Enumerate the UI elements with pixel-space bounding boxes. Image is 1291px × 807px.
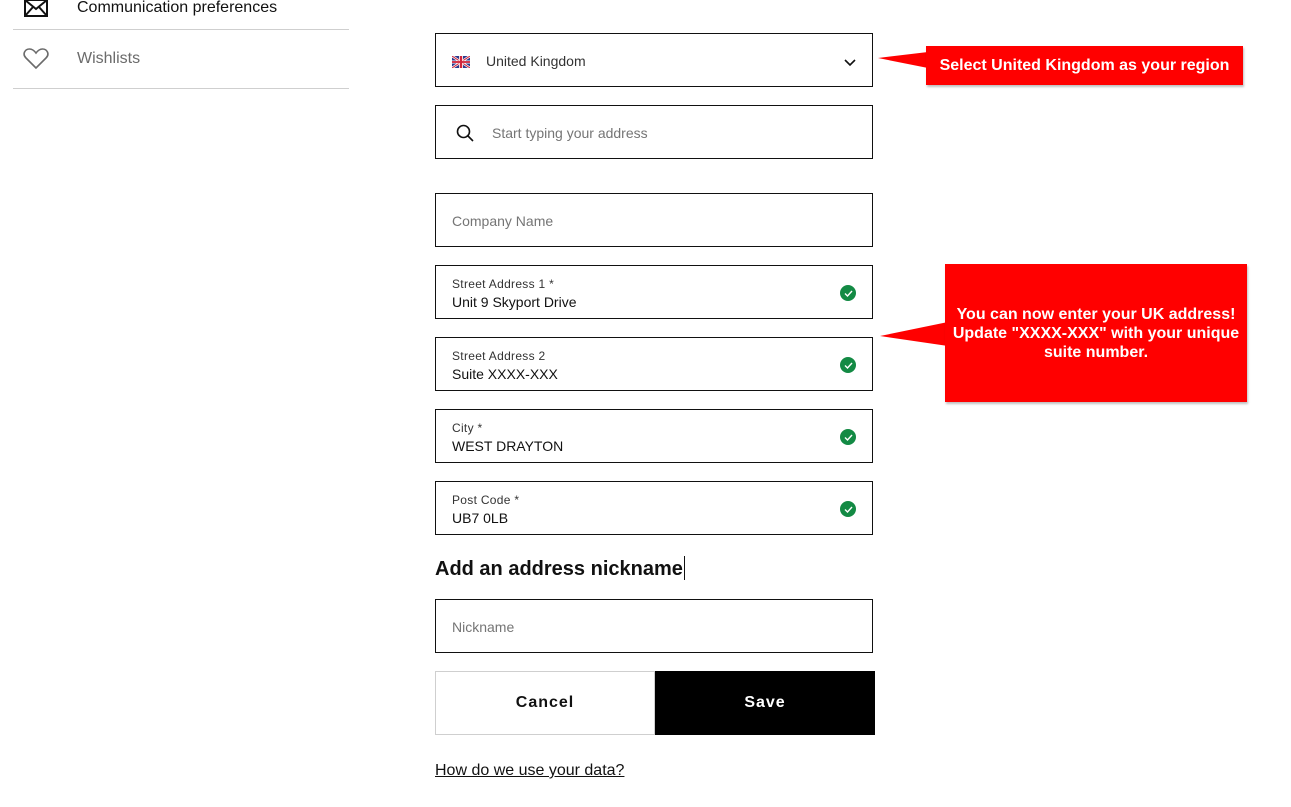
cancel-button[interactable]: Cancel xyxy=(435,671,655,735)
address-search-input[interactable]: Start typing your address xyxy=(435,105,873,159)
valid-check-icon xyxy=(840,285,856,301)
street-address-1-value: Unit 9 Skyport Drive xyxy=(452,294,577,310)
city-value: WEST DRAYTON xyxy=(452,438,564,454)
city-label: City * xyxy=(452,421,483,435)
street-address-2-label: Street Address 2 xyxy=(452,349,546,363)
street-address-2-value: Suite XXXX-XXX xyxy=(452,366,558,382)
text-cursor xyxy=(683,556,685,580)
data-usage-link[interactable]: How do we use your data? xyxy=(435,762,624,780)
valid-check-icon xyxy=(840,429,856,445)
sidebar-item-label: Wishlists xyxy=(77,50,141,67)
city-input[interactable]: City * WEST DRAYTON xyxy=(435,409,873,463)
nickname-heading-text: Add an address nickname xyxy=(435,558,683,580)
post-code-label: Post Code * xyxy=(452,493,520,507)
country-select[interactable]: United Kingdom xyxy=(435,33,873,87)
chevron-down-icon xyxy=(844,54,856,72)
search-placeholder: Start typing your address xyxy=(492,125,648,141)
save-button[interactable]: Save xyxy=(655,671,875,735)
post-code-value: UB7 0LB xyxy=(452,510,509,526)
post-code-input[interactable]: Post Code * UB7 0LB xyxy=(435,481,873,535)
street-address-2-input[interactable]: Street Address 2 Suite XXXX-XXX xyxy=(435,337,873,391)
envelope-icon xyxy=(22,0,50,17)
street-address-1-input[interactable]: Street Address 1 * Unit 9 Skyport Drive xyxy=(435,265,873,319)
callout-address-line: You can now enter your UK address! xyxy=(956,305,1236,323)
callout-address-line: suite number. xyxy=(1043,343,1149,361)
valid-check-icon xyxy=(840,357,856,373)
callout-address: You can now enter your UK address! Updat… xyxy=(945,264,1247,402)
search-icon xyxy=(456,124,474,147)
street-address-1-label: Street Address 1 * xyxy=(452,277,555,291)
uk-flag-icon xyxy=(451,55,471,73)
nickname-placeholder: Nickname xyxy=(452,619,515,635)
sidebar-item-wishlists[interactable]: Wishlists xyxy=(13,30,349,89)
nickname-heading: Add an address nickname xyxy=(435,556,685,581)
nickname-input[interactable]: Nickname xyxy=(435,599,873,653)
sidebar-item-communication-preferences[interactable]: Communication preferences xyxy=(13,0,349,30)
account-sidebar: Communication preferences Wishlists xyxy=(13,0,349,89)
heart-icon xyxy=(22,48,50,70)
callout-address-pointer xyxy=(880,322,948,346)
country-value: United Kingdom xyxy=(486,53,586,69)
callout-region: Select United Kingdom as your region xyxy=(926,46,1243,85)
callout-region-pointer xyxy=(878,52,928,68)
valid-check-icon xyxy=(840,501,856,517)
company-name-input[interactable]: Company Name xyxy=(435,193,873,247)
callout-address-text: You can now enter your UK address! Updat… xyxy=(953,305,1239,362)
company-placeholder: Company Name xyxy=(452,213,554,229)
callout-address-line: Update "XXXX-XXX" with your unique xyxy=(952,324,1240,342)
sidebar-item-label: Communication preferences xyxy=(77,0,278,16)
callout-region-text: Select United Kingdom as your region xyxy=(939,56,1230,74)
